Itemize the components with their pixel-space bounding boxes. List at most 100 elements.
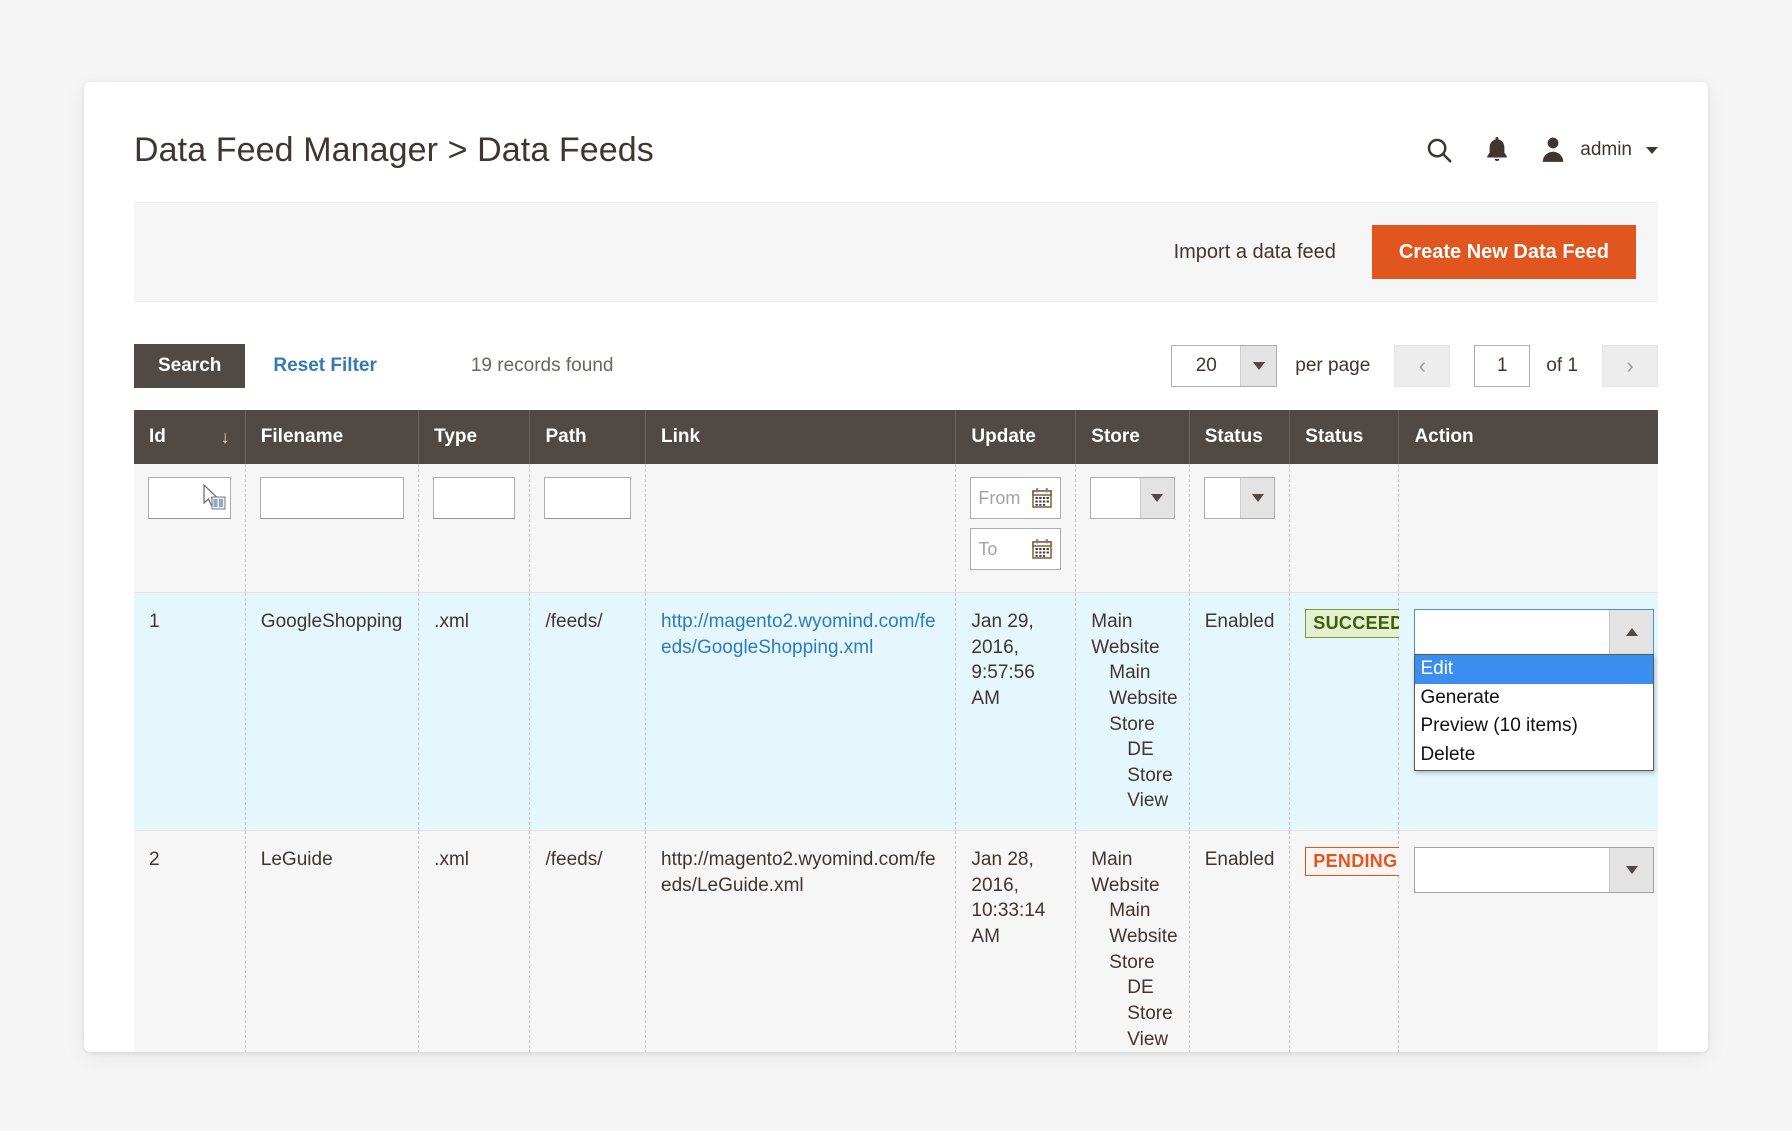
records-found-label: 19 records found (470, 355, 614, 376)
cell-status: Enabled (1189, 830, 1291, 1052)
feed-link[interactable]: http://magento2.wyomind.com/feeds/Google… (661, 611, 936, 658)
column-header-action: Action (1398, 410, 1658, 464)
action-option-preview[interactable]: Preview (10 items) (1415, 712, 1653, 741)
filter-cell-status (1189, 464, 1291, 593)
filter-cell-filename (245, 464, 420, 593)
cell-link: http://magento2.wyomind.com/feeds/Google… (645, 592, 957, 832)
action-option-delete[interactable]: Delete (1415, 741, 1653, 770)
cell-state: PENDING (1289, 830, 1406, 1052)
cell-filename: GoogleShopping (245, 592, 420, 832)
cell-store: Main Website Main Website Store DE Store… (1075, 830, 1190, 1052)
calendar-icon (1032, 539, 1053, 559)
status-badge: PENDING (1305, 847, 1406, 877)
table-row[interactable]: 2 LeGuide .xml /feeds/ http://magento2.w… (134, 830, 1658, 1052)
next-page-button[interactable]: › (1602, 345, 1658, 387)
filter-path-input[interactable] (544, 477, 632, 519)
column-header-link[interactable]: Link (645, 410, 957, 464)
cell-update: Jan 29, 2016, 9:57:56 AM (955, 592, 1077, 832)
date-from-placeholder: From (978, 487, 1021, 508)
store-view: DE Store View (1127, 977, 1173, 1050)
admin-menu[interactable]: admin (1540, 136, 1658, 164)
filter-cell-state (1289, 464, 1400, 593)
store-group: Main Website Store (1109, 900, 1178, 973)
filter-filename-input[interactable] (259, 477, 405, 519)
cell-update: Jan 28, 2016, 10:33:14 AM (955, 830, 1077, 1052)
filter-cell-action (1398, 464, 1658, 593)
calendar-icon (1032, 488, 1053, 508)
filter-store-select[interactable] (1090, 477, 1175, 519)
filter-cell-id (134, 464, 246, 593)
per-page-select[interactable]: 20 (1171, 345, 1278, 387)
cell-link: http://magento2.wyomind.com/feeds/LeGuid… (645, 830, 957, 1052)
header-actions: admin (1424, 135, 1658, 165)
column-header-filename[interactable]: Filename (245, 410, 420, 464)
column-header-state[interactable]: Status (1289, 410, 1400, 464)
total-pages-label: of 1 (1546, 355, 1578, 376)
chevron-down-icon (1240, 478, 1275, 518)
notification-bell-icon[interactable] (1484, 135, 1510, 165)
filter-type-input[interactable] (433, 477, 516, 519)
action-select-value (1415, 610, 1610, 654)
previous-page-button[interactable]: ‹ (1394, 345, 1451, 387)
cell-path: /feeds/ (529, 830, 647, 1052)
page-number-input[interactable]: 1 (1474, 345, 1531, 387)
store-group: Main Website Store (1109, 662, 1178, 735)
column-header-status[interactable]: Status (1189, 410, 1291, 464)
action-select-value (1415, 848, 1610, 893)
action-options-list: Edit Generate Preview (10 items) Delete (1414, 654, 1655, 771)
cell-id: 1 (134, 592, 246, 832)
column-label: Id (149, 426, 166, 447)
action-option-edit[interactable]: Edit (1415, 655, 1654, 684)
action-option-generate[interactable]: Generate (1415, 684, 1653, 713)
feed-link[interactable]: http://magento2.wyomind.com/feeds/LeGuid… (661, 849, 936, 896)
table-header-row: Id ↓ Filename Type Path Link Update Stor… (134, 410, 1658, 464)
cell-action (1398, 830, 1658, 1052)
chevron-down-icon (1240, 346, 1277, 386)
search-icon[interactable] (1424, 135, 1454, 165)
data-feeds-table: Id ↓ Filename Type Path Link Update Stor… (134, 410, 1658, 1052)
import-data-feed-link[interactable]: Import a data feed (1174, 241, 1336, 264)
cell-store: Main Website Main Website Store DE Store… (1075, 592, 1190, 832)
store-website: Main Website (1091, 849, 1160, 896)
filter-date-from-input[interactable]: From (970, 477, 1062, 519)
filter-date-to-input[interactable]: To (970, 528, 1062, 570)
pager: 20 per page ‹ 1 of 1 › (1171, 345, 1658, 387)
admin-panel-window: Data Feed Manager > Data Feeds admin Imp… (84, 82, 1708, 1052)
column-header-update[interactable]: Update (955, 410, 1077, 464)
column-header-type[interactable]: Type (418, 410, 531, 464)
column-header-store[interactable]: Store (1075, 410, 1190, 464)
action-select-open[interactable] (1414, 609, 1655, 655)
cell-status: Enabled (1189, 592, 1291, 832)
cell-type: .xml (418, 830, 531, 1052)
cell-action: Edit Generate Preview (10 items) Delete (1398, 592, 1658, 832)
cell-id: 2 (134, 830, 246, 1052)
chevron-down-icon (1609, 848, 1654, 893)
page-title: Data Feed Manager > Data Feeds (134, 130, 654, 169)
filter-status-select[interactable] (1203, 477, 1276, 519)
column-header-path[interactable]: Path (529, 410, 647, 464)
filter-cell-path (529, 464, 647, 593)
filter-cell-type (418, 464, 531, 593)
table-filter-row: From To (134, 464, 1658, 593)
filter-id-input[interactable] (148, 477, 231, 519)
reset-filter-link[interactable]: Reset Filter (273, 355, 376, 377)
action-select[interactable] (1414, 847, 1655, 894)
filter-store-value (1091, 478, 1139, 518)
cell-filename: LeGuide (245, 830, 420, 1052)
filter-cell-link (645, 464, 957, 593)
search-button[interactable]: Search (134, 344, 246, 388)
table-row[interactable]: 1 GoogleShopping .xml /feeds/ http://mag… (134, 592, 1658, 832)
grid-toolbar: Search Reset Filter 19 records found 20 … (134, 344, 1658, 388)
page-actions-bar: Import a data feed Create New Data Feed (134, 202, 1658, 302)
per-page-label: per page (1295, 355, 1371, 376)
cell-path: /feeds/ (529, 592, 647, 832)
filter-status-value (1205, 478, 1241, 518)
page-content: Data Feed Manager > Data Feeds admin Imp… (84, 82, 1708, 1052)
page-header: Data Feed Manager > Data Feeds admin (134, 82, 1658, 190)
chevron-down-icon (1646, 146, 1658, 154)
column-header-id[interactable]: Id ↓ (134, 410, 246, 464)
user-avatar-icon (1540, 136, 1566, 164)
create-new-data-feed-button[interactable]: Create New Data Feed (1371, 225, 1636, 279)
filter-cell-store (1075, 464, 1190, 593)
store-view: DE Store View (1127, 739, 1173, 812)
